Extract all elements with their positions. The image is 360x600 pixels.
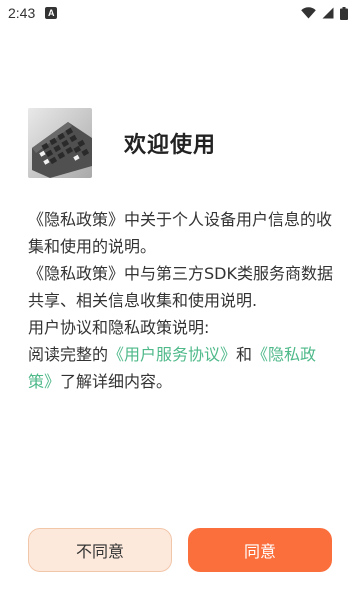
battery-icon	[340, 6, 348, 20]
privacy-paragraph-3: 用户协议和隐私政策说明:	[28, 318, 210, 337]
dialog-title: 欢迎使用	[124, 133, 217, 158]
status-time: 2:43	[8, 5, 36, 21]
read-conjunction: 和	[236, 345, 253, 364]
user-agreement-link[interactable]: 《用户服务协议》	[108, 345, 236, 364]
read-full-line: 阅读完整的《用户服务协议》和《隐私政策》了解详细内容。	[28, 341, 334, 395]
notification-badge-icon: A	[45, 7, 58, 19]
agree-button[interactable]: 同意	[188, 528, 332, 572]
disagree-button[interactable]: 不同意	[28, 528, 172, 572]
wifi-icon	[301, 7, 316, 19]
read-prefix: 阅读完整的	[28, 345, 109, 364]
button-row: 不同意 同意	[28, 528, 332, 572]
keyboard-image	[28, 108, 92, 178]
notification-badge-letter: A	[48, 7, 55, 18]
cellular-signal-icon	[322, 7, 334, 19]
privacy-paragraph-1: 《隐私政策》中关于个人设备用户信息的收集和使用的说明。	[28, 210, 333, 256]
privacy-text: 《隐私政策》中关于个人设备用户信息的收集和使用的说明。 《隐私政策》中与第三方S…	[28, 206, 334, 395]
dialog-header: 欢迎使用	[28, 108, 216, 178]
read-suffix: 了解详细内容。	[60, 372, 173, 391]
privacy-paragraph-2: 《隐私政策》中与第三方SDK类服务商数据共享、相关信息收集和使用说明.	[28, 264, 333, 310]
status-right	[301, 6, 348, 20]
status-bar: 2:43 A	[0, 0, 360, 26]
status-left: 2:43 A	[8, 5, 58, 21]
